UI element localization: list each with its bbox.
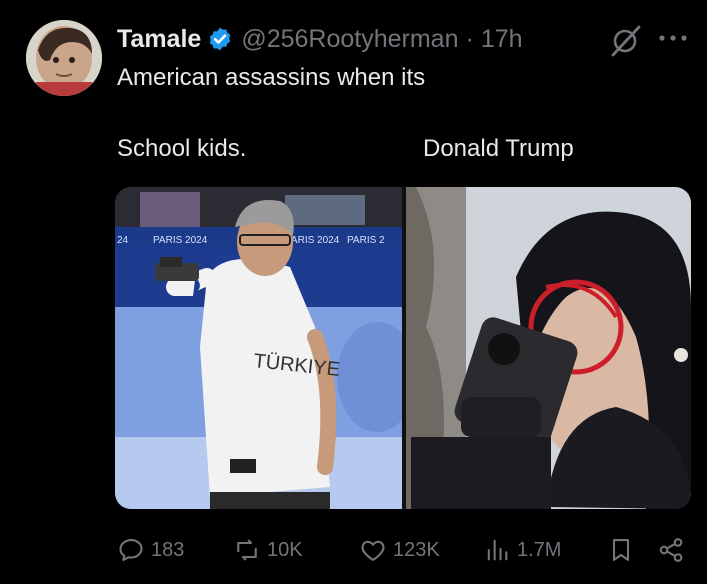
media-grid[interactable]: 24 PARIS 2024 PARIS 2024 PARIS 2 TÜRKIYE bbox=[115, 187, 691, 509]
reply-icon bbox=[119, 539, 143, 561]
share-icon bbox=[659, 538, 683, 562]
tweet-time[interactable]: 17h bbox=[481, 25, 523, 54]
like-icon bbox=[361, 540, 385, 561]
banner-text-1: PARIS 2024 bbox=[153, 235, 208, 246]
avatar-image bbox=[26, 20, 102, 96]
grok-icon[interactable] bbox=[608, 24, 642, 58]
left-caption: School kids. bbox=[117, 135, 247, 162]
verified-badge-icon bbox=[210, 27, 231, 51]
more-icon[interactable] bbox=[656, 28, 690, 48]
repost-count: 10K bbox=[267, 538, 303, 561]
author-name[interactable]: Tamale bbox=[117, 25, 201, 54]
views-count: 1.7M bbox=[517, 538, 562, 561]
author-handle[interactable]: @256Rootyherman bbox=[241, 25, 458, 54]
views-button[interactable]: 1.7M bbox=[483, 530, 561, 570]
tweet-actions: 183 10K 123K 1.7M bbox=[117, 530, 692, 570]
avatar[interactable] bbox=[26, 20, 102, 96]
banner-text-0: 24 bbox=[117, 235, 129, 246]
bookmark-button[interactable] bbox=[607, 530, 641, 570]
separator-dot: · bbox=[465, 24, 474, 53]
shooter-photo[interactable]: 24 PARIS 2024 PARIS 2024 PARIS 2 TÜRKIYE bbox=[115, 187, 402, 509]
sniper-photo[interactable] bbox=[406, 187, 691, 509]
like-count: 123K bbox=[393, 538, 440, 561]
banner-text-3: PARIS 2 bbox=[347, 235, 385, 246]
repost-button[interactable]: 10K bbox=[233, 530, 303, 570]
like-button[interactable]: 123K bbox=[359, 530, 440, 570]
reply-button[interactable]: 183 bbox=[117, 530, 184, 570]
tweet-header: Tamale @256Rootyherman · 17h bbox=[117, 22, 523, 56]
reply-count: 183 bbox=[151, 538, 185, 561]
right-caption: Donald Trump bbox=[423, 135, 574, 162]
share-button[interactable] bbox=[657, 530, 691, 570]
repost-icon bbox=[237, 539, 257, 561]
bookmark-icon bbox=[612, 539, 630, 561]
tweet-text: American assassins when its bbox=[117, 64, 426, 91]
views-icon bbox=[487, 539, 508, 561]
banner-text-2: PARIS 2024 bbox=[285, 235, 340, 246]
